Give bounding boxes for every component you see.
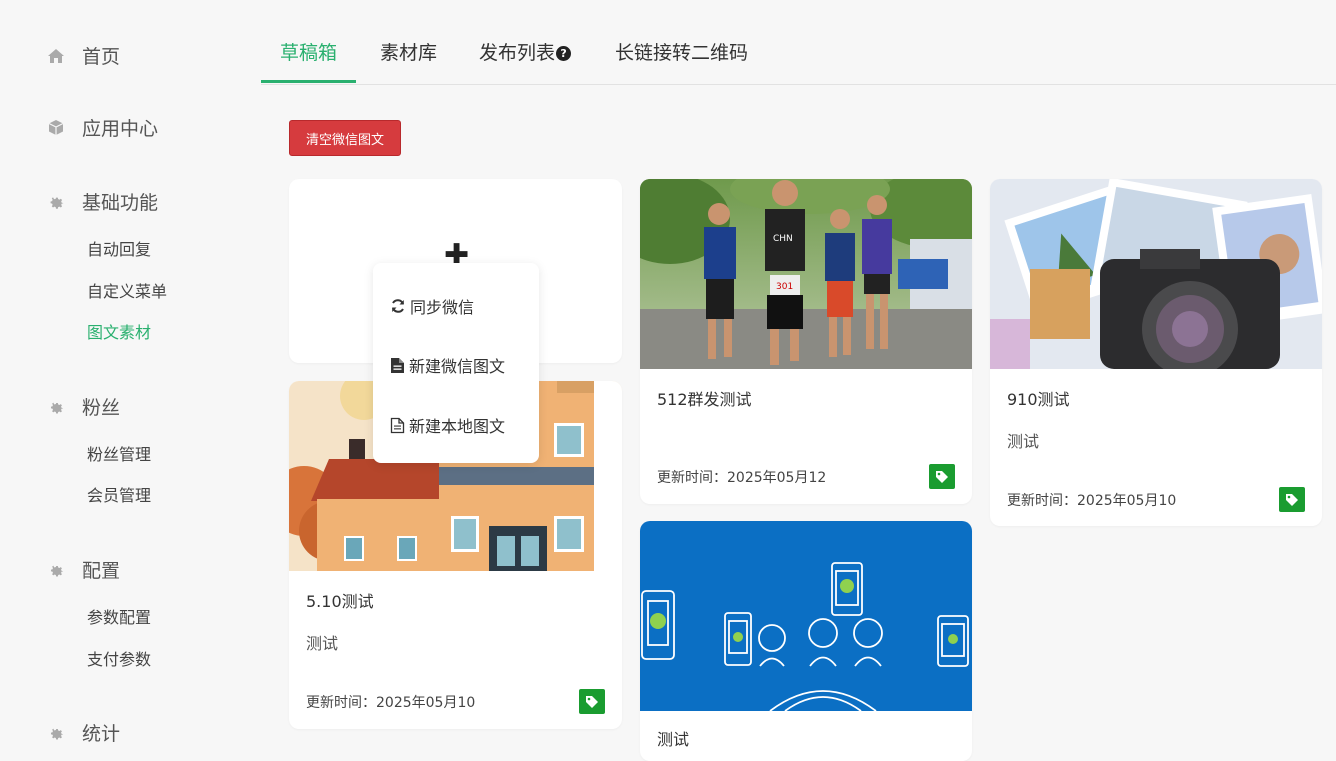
tag-icon — [936, 470, 948, 483]
tag-icon — [1286, 493, 1298, 506]
home-icon — [46, 46, 66, 66]
tab-publish-list[interactable]: 发布列表? — [479, 38, 572, 65]
runner-bib-number: 301 — [776, 282, 793, 292]
menu-item-sync-wechat-label: 同步微信 — [410, 298, 475, 317]
menu-item-new-wechat-news[interactable]: 新建微信图文 — [390, 353, 505, 377]
sidebar: 首页 应用中心 基础功能 自动回复 自定义菜单 图文素材 粉丝 粉丝管理 会员管… — [0, 0, 260, 745]
runner-bib-country: CHN — [773, 234, 793, 244]
nav-basic[interactable]: 基础功能 — [46, 188, 158, 215]
card-update-time: 更新时间：2025年05月12 — [657, 470, 827, 486]
card-title: 512群发测试 — [657, 390, 752, 409]
card-update-time: 更新时间：2025年05月10 — [1007, 493, 1177, 509]
card-digest: 测试 — [306, 634, 339, 653]
sidebar-item-news-material[interactable]: 图文素材 — [87, 319, 151, 343]
tab-material-library[interactable]: 素材库 — [380, 38, 437, 65]
tab-link-to-qrcode[interactable]: 长链接转二维码 — [615, 38, 748, 65]
tab-drafts[interactable]: 草稿箱 — [280, 38, 337, 65]
menu-item-new-wechat-news-label: 新建微信图文 — [409, 357, 506, 376]
card-update-time: 更新时间：2025年05月10 — [306, 695, 476, 711]
runners-photo: CHN 301 — [640, 179, 972, 369]
camera-photos — [990, 179, 1322, 369]
sidebar-item-pay-params[interactable]: 支付参数 — [87, 646, 151, 670]
nav-basic-label: 基础功能 — [82, 192, 159, 214]
cube-icon — [46, 118, 66, 138]
sidebar-item-param-config[interactable]: 参数配置 — [87, 604, 151, 628]
gear-icon — [46, 723, 66, 743]
card-title: 测试 — [657, 730, 690, 749]
nav-config-label: 配置 — [82, 560, 121, 582]
sidebar-item-auto-reply[interactable]: 自动回复 — [87, 236, 151, 260]
tag-icon — [586, 695, 598, 708]
sidebar-item-member-manage[interactable]: 会员管理 — [87, 482, 151, 506]
refresh-icon — [392, 299, 404, 313]
nav-home-label: 首页 — [82, 46, 121, 68]
card-title: 5.10测试 — [306, 592, 374, 611]
add-dropdown-menu: 同步微信 新建微信图文 新建本地图文 — [373, 263, 539, 463]
nav-app-center[interactable]: 应用中心 — [46, 114, 158, 141]
nav-fans-label: 粉丝 — [82, 397, 121, 419]
sidebar-item-custom-menu[interactable]: 自定义菜单 — [87, 278, 167, 302]
news-card[interactable]: 测试 — [640, 521, 972, 761]
card-title: 910测试 — [1007, 390, 1070, 409]
file-text-icon — [391, 357, 404, 373]
active-tab-indicator — [261, 80, 356, 83]
tab-bar: 草稿箱 素材库 发布列表? 长链接转二维码 — [261, 0, 1336, 85]
tag-button[interactable] — [929, 464, 955, 489]
clear-wechat-news-button[interactable]: 清空微信图文 — [289, 120, 401, 156]
file-outline-icon — [390, 417, 405, 433]
nav-fans[interactable]: 粉丝 — [46, 393, 120, 420]
menu-item-new-local-news[interactable]: 新建本地图文 — [390, 413, 505, 437]
nav-app-center-label: 应用中心 — [82, 118, 159, 140]
wechat-phones-illustration — [640, 521, 972, 711]
card-digest: 测试 — [1007, 432, 1040, 451]
tag-button[interactable] — [579, 689, 605, 714]
news-card[interactable]: CHN 301 512群发测试 更新时间：2025年05月12 — [640, 179, 972, 504]
nav-home[interactable]: 首页 — [46, 42, 120, 69]
gear-icon — [46, 192, 66, 212]
menu-item-new-local-news-label: 新建本地图文 — [409, 417, 506, 436]
tag-button[interactable] — [1279, 487, 1305, 512]
news-card[interactable]: 910测试 测试 更新时间：2025年05月10 — [990, 179, 1322, 526]
question-circle-icon[interactable]: ? — [556, 46, 572, 61]
gear-icon — [46, 397, 66, 417]
sidebar-item-fans-manage[interactable]: 粉丝管理 — [87, 441, 151, 465]
gear-icon — [46, 560, 66, 580]
nav-config[interactable]: 配置 — [46, 556, 120, 583]
tab-publish-list-label: 发布列表 — [479, 42, 556, 64]
menu-item-sync-wechat[interactable]: 同步微信 — [390, 294, 474, 318]
